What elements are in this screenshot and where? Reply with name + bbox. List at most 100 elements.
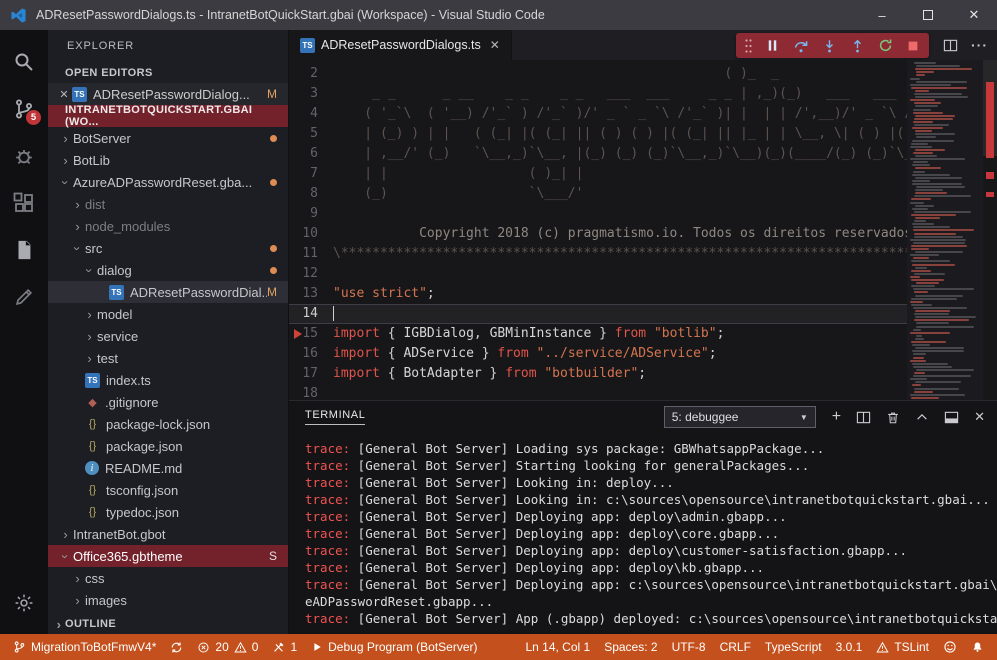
feedback-smiley-icon[interactable] xyxy=(936,640,964,654)
open-editor-item[interactable]: ✕ TS ADResetPasswordDialog... M xyxy=(48,83,288,105)
tree-item-package-lock-json[interactable]: {}package-lock.json xyxy=(48,413,288,435)
tree-item-src[interactable]: ›src xyxy=(48,237,288,259)
trace-prefix: trace: xyxy=(305,611,350,626)
step-into-button[interactable] xyxy=(822,38,837,54)
terminal-select[interactable]: 5: debuggee ▼ xyxy=(664,406,816,428)
tree-item-label: images xyxy=(85,593,127,608)
title-bar: ADResetPasswordDialogs.ts - IntranetBotQ… xyxy=(0,0,997,30)
tslint-status[interactable]: TSLint xyxy=(869,640,936,654)
kill-terminal-trash-icon[interactable] xyxy=(886,410,900,425)
indentation[interactable]: Spaces: 2 xyxy=(597,640,664,654)
tasks-status[interactable]: 1 xyxy=(265,634,304,660)
debug-icon[interactable] xyxy=(0,132,48,179)
code-text: ( )_ _ xyxy=(333,64,779,84)
outline-header[interactable]: › OUTLINE xyxy=(48,614,288,634)
workspace-section-header[interactable]: INTRANETBOTQUICKSTART.GBAI (WO... xyxy=(48,105,288,127)
tab-close-icon[interactable]: ✕ xyxy=(490,38,500,52)
code-line: 16import { ADService } from "../service/… xyxy=(289,344,907,364)
code-text: | ,__/' (_) `\__,_)`\__, |(_) (_) (_)`\_… xyxy=(333,144,943,164)
maximize-button[interactable] xyxy=(905,0,951,30)
tree-item-label: BotLib xyxy=(73,153,110,168)
restart-button[interactable] xyxy=(878,38,893,53)
tree-item-dist[interactable]: ›dist xyxy=(48,193,288,215)
terminal-line: trace: [General Bot Server] Deploying ap… xyxy=(305,576,997,593)
tree-item-label: IntranetBot.gbot xyxy=(73,527,166,542)
documents-icon[interactable] xyxy=(0,226,48,273)
chevron-right-icon: › xyxy=(70,572,85,585)
trace-prefix: trace: xyxy=(305,509,350,524)
sync-status[interactable] xyxy=(163,634,190,660)
new-terminal-button[interactable]: + xyxy=(832,409,841,425)
tree-item-intranetbot-gbot[interactable]: ›IntranetBot.gbot xyxy=(48,523,288,545)
git-status-badge: M xyxy=(267,285,277,299)
language-mode[interactable]: TypeScript xyxy=(758,640,829,654)
tree-item-botlib[interactable]: ›BotLib xyxy=(48,149,288,171)
tree-item-dialog[interactable]: ›dialog xyxy=(48,259,288,281)
tree-item-readme-md[interactable]: iREADME.md xyxy=(48,457,288,479)
trace-prefix: trace: xyxy=(305,560,350,575)
code-line: 17import { BotAdapter } from "botbuilder… xyxy=(289,364,907,384)
code-text: ( '_`\ ( '__) /'_` ) /'_` )/' _ ` _ `\ /… xyxy=(333,104,943,124)
tree-item-adresetpassworddial[interactable]: TSADResetPasswordDial...M xyxy=(48,281,288,303)
terminal-line: eADPasswordReset.gbapp... xyxy=(305,593,997,610)
close-panel-icon[interactable]: ✕ xyxy=(974,409,985,425)
git-branch-icon xyxy=(13,640,26,654)
line-number: 12 xyxy=(289,264,333,284)
terminal-output[interactable]: trace: [General Bot Server] Loading sys … xyxy=(289,433,997,634)
close-button[interactable]: ✕ xyxy=(951,0,997,30)
step-out-button[interactable] xyxy=(850,38,865,54)
terminal-panel: TERMINAL 5: debuggee ▼ + xyxy=(289,400,997,634)
minimize-button[interactable]: – xyxy=(859,0,905,30)
tree-item-service[interactable]: ›service xyxy=(48,325,288,347)
chevron-up-icon[interactable] xyxy=(915,410,929,424)
split-terminal-icon[interactable] xyxy=(856,410,871,425)
tree-item-tsconfig-json[interactable]: {}tsconfig.json xyxy=(48,479,288,501)
code-line: 4 ( '_`\ ( '__) /'_` ) /'_` )/' _ ` _ `\… xyxy=(289,104,907,124)
debug-session-status[interactable]: Debug Program (BotServer) xyxy=(304,634,484,660)
step-over-button[interactable] xyxy=(793,38,809,54)
code-text: _ _ _ __ _ _ _ _ ___ ___ _ _ | ,_)(_) __… xyxy=(333,84,943,104)
editor-scrollbar[interactable] xyxy=(983,60,997,400)
stop-button[interactable] xyxy=(906,39,920,53)
settings-gear-icon[interactable] xyxy=(0,579,48,626)
terminal-line: trace: [General Bot Server] Deploying ap… xyxy=(305,525,997,542)
open-editors-header[interactable]: OPEN EDITORS xyxy=(48,63,288,83)
problems-status[interactable]: 20 0 xyxy=(190,634,265,660)
search-icon[interactable] xyxy=(0,38,48,85)
extensions-icon[interactable] xyxy=(0,179,48,226)
tree-item-label: typedoc.json xyxy=(106,505,179,520)
cursor-position[interactable]: Ln 14, Col 1 xyxy=(518,640,597,654)
source-control-icon[interactable]: 5 xyxy=(0,85,48,132)
code-editor[interactable]: 2 ( )_ _3 _ _ _ __ _ _ _ _ ___ ___ _ _ |… xyxy=(289,60,997,400)
warning-icon xyxy=(234,641,247,654)
tab-terminal[interactable]: TERMINAL xyxy=(305,409,365,425)
toggle-panel-icon[interactable] xyxy=(944,410,959,425)
tree-item-index-ts[interactable]: TSindex.ts xyxy=(48,369,288,391)
more-actions-icon[interactable]: ··· xyxy=(971,37,988,53)
tree-item-package-json[interactable]: {}package.json xyxy=(48,435,288,457)
edit-icon[interactable] xyxy=(0,273,48,320)
tab-adresetpassworddialogs[interactable]: TS ADResetPasswordDialogs.ts ✕ xyxy=(289,30,512,60)
tree-item-typedoc-json[interactable]: {}typedoc.json xyxy=(48,501,288,523)
tree-item-botserver[interactable]: ›BotServer xyxy=(48,127,288,149)
tree-item-azureadpasswordreset-gba[interactable]: ›AzureADPasswordReset.gba... xyxy=(48,171,288,193)
notifications-bell-icon[interactable] xyxy=(964,640,991,654)
minimap[interactable] xyxy=(907,60,983,400)
tree-item-node-modules[interactable]: ›node_modules xyxy=(48,215,288,237)
chevron-down-icon: › xyxy=(59,175,72,190)
tree-item-test[interactable]: ›test xyxy=(48,347,288,369)
typescript-version[interactable]: 3.0.1 xyxy=(829,640,870,654)
encoding[interactable]: UTF-8 xyxy=(665,640,713,654)
eol-sequence[interactable]: CRLF xyxy=(713,640,758,654)
tree-item-office365-gbtheme[interactable]: ›Office365.gbthemeS xyxy=(48,545,288,567)
pause-button[interactable] xyxy=(765,38,780,53)
tree-item-model[interactable]: ›model xyxy=(48,303,288,325)
toolbar-grip-icon[interactable] xyxy=(745,38,752,54)
chevron-right-icon: › xyxy=(53,618,65,631)
close-editor-icon[interactable]: ✕ xyxy=(56,88,72,101)
tree-item-css[interactable]: ›css xyxy=(48,567,288,589)
tree-item-images[interactable]: ›images xyxy=(48,589,288,611)
tree-item-gitignore[interactable]: ◆.gitignore xyxy=(48,391,288,413)
split-editor-icon[interactable] xyxy=(943,38,958,53)
git-branch-status[interactable]: MigrationToBotFmwV4* xyxy=(6,634,163,660)
